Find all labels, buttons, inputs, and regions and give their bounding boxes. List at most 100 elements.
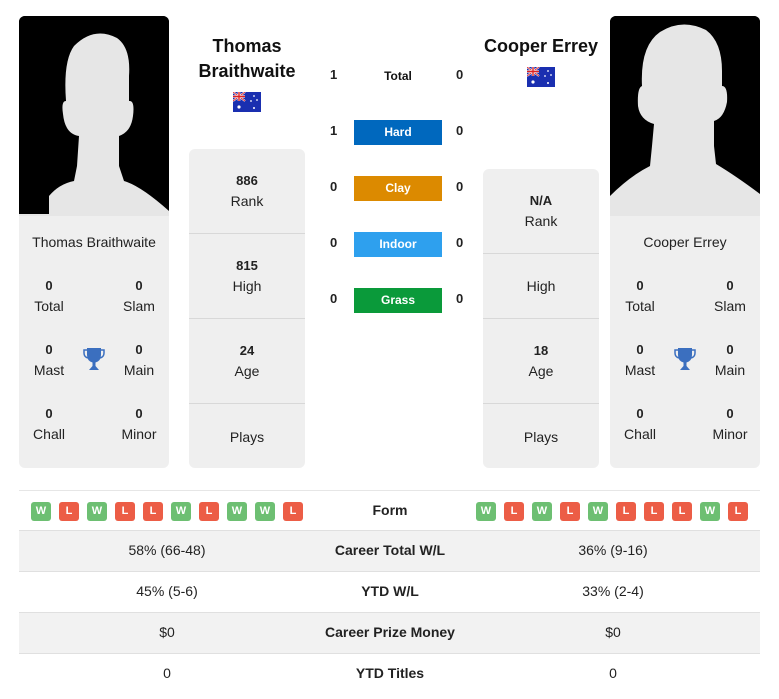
age-label: Age	[528, 363, 554, 379]
h2h-left-count: 0	[330, 235, 338, 250]
stat-main-left: 0 Main	[109, 340, 169, 380]
stat-label: Minor	[121, 426, 157, 442]
high-right: High	[483, 253, 599, 318]
player-name-right: Cooper Errey	[643, 234, 727, 250]
form-badge-loss[interactable]: L	[504, 502, 524, 521]
stat-label: Mast	[624, 362, 656, 378]
left-value: 45% (5-6)	[136, 583, 198, 599]
form-badge-loss[interactable]: L	[644, 502, 664, 521]
stat-value: 0	[45, 406, 53, 421]
form-badge-win[interactable]: W	[588, 502, 608, 521]
form-badge-loss[interactable]: L	[616, 502, 636, 521]
stat-label: Slam	[714, 298, 746, 314]
plays-label: Plays	[229, 429, 265, 445]
stat-label: Slam	[123, 298, 155, 314]
h2h-clay-row: 0 Clay 0	[320, 176, 480, 201]
rank-label: Rank	[524, 213, 558, 229]
row-label: Career Total W/L	[334, 542, 446, 558]
comparison-row-ytd-titles: 0 YTD Titles 0	[19, 653, 760, 694]
form-badge-loss[interactable]: L	[199, 502, 219, 521]
h2h-total-row: 1 Total 0	[320, 64, 480, 88]
form-badge-win[interactable]: W	[700, 502, 720, 521]
form-badge-win[interactable]: W	[227, 502, 247, 521]
right-value: 0	[609, 665, 617, 681]
surface-badge-indoor[interactable]: Indoor	[354, 232, 442, 257]
h2h-right-count: 0	[456, 291, 464, 306]
right-value: 36% (9-16)	[578, 542, 648, 558]
left-value: $0	[159, 624, 175, 640]
silhouette-icon	[610, 16, 760, 216]
high-label: High	[232, 278, 262, 294]
player-name-left: Thomas Braithwaite	[32, 234, 156, 250]
high-label: High	[526, 278, 556, 294]
player-title-right[interactable]: Cooper Errey	[466, 34, 616, 59]
left-value: 58% (66-48)	[128, 542, 206, 558]
player-info-left: 886 Rank 815 High 24 Age Plays	[189, 149, 305, 468]
h2h-surface-label: Total	[384, 69, 412, 83]
surface-badge-clay[interactable]: Clay	[354, 176, 442, 201]
stat-value: 0	[636, 406, 644, 421]
player-title-line1: Cooper Errey	[483, 36, 599, 56]
stat-value: 0	[636, 342, 644, 357]
form-badge-loss[interactable]: L	[115, 502, 135, 521]
stat-value: 0	[45, 342, 53, 357]
h2h-right-count: 0	[456, 235, 464, 250]
stat-label: Mast	[33, 362, 65, 378]
form-badges-left: WLWLLWLWWL	[31, 502, 303, 521]
age-right: 18 Age	[483, 318, 599, 403]
stat-mast-left: 0 Mast	[19, 340, 79, 380]
form-badge-win[interactable]: W	[87, 502, 107, 521]
trophy-icon	[83, 348, 105, 370]
form-badge-win[interactable]: W	[532, 502, 552, 521]
stat-label: Total	[625, 298, 655, 314]
player-card-right: Cooper Errey 0 Total 0 Slam 0 Mast 0 Main 0 C…	[610, 216, 760, 468]
row-label: YTD Titles	[355, 665, 425, 681]
form-badge-win[interactable]: W	[171, 502, 191, 521]
stat-value: 0	[726, 278, 734, 293]
h2h-indoor-row: 0 Indoor 0	[320, 232, 480, 257]
right-value: $0	[605, 624, 621, 640]
stat-label: Minor	[712, 426, 748, 442]
plays-label: Plays	[523, 429, 559, 445]
surface-badge-hard[interactable]: Hard	[354, 120, 442, 145]
australia-flag-icon	[233, 92, 261, 112]
form-badges-right: WLWLWLLLWL	[476, 502, 748, 521]
rank-right: N/A Rank	[483, 169, 599, 253]
form-badge-loss[interactable]: L	[560, 502, 580, 521]
form-badge-win[interactable]: W	[255, 502, 275, 521]
form-badge-win[interactable]: W	[31, 502, 51, 521]
row-label: Career Prize Money	[325, 624, 455, 640]
high-value: 815	[236, 258, 258, 273]
stat-chall-right: 0 Chall	[610, 404, 670, 444]
age-value: 18	[533, 343, 549, 358]
form-badge-loss[interactable]: L	[728, 502, 748, 521]
form-row: WLWLLWLWWL Form WLWLWLLLWL	[19, 490, 760, 530]
stat-value: 0	[726, 342, 734, 357]
form-badge-loss[interactable]: L	[672, 502, 692, 521]
rank-value: 886	[236, 173, 258, 188]
stat-slam-left: 0 Slam	[109, 276, 169, 316]
silhouette-icon	[19, 16, 169, 216]
form-badge-loss[interactable]: L	[143, 502, 163, 521]
stat-value: 0	[135, 406, 143, 421]
player-card-left: Thomas Braithwaite 0 Total 0 Slam 0 Mast 0 M…	[19, 216, 169, 468]
player-photo-right	[610, 16, 760, 216]
form-badge-loss[interactable]: L	[59, 502, 79, 521]
h2h-left-count: 0	[330, 179, 338, 194]
h2h-left-count: 1	[330, 67, 338, 82]
h2h-grass-row: 0 Grass 0	[320, 288, 480, 313]
stat-value: 0	[135, 342, 143, 357]
surface-badge-grass[interactable]: Grass	[354, 288, 442, 313]
stat-main-right: 0 Main	[700, 340, 760, 380]
player-title-left[interactable]: Thomas Braithwaite	[172, 34, 322, 84]
trophy-icon	[674, 348, 696, 370]
stat-slam-right: 0 Slam	[700, 276, 760, 316]
plays-left: Plays	[189, 403, 305, 468]
stat-value: 0	[636, 278, 644, 293]
age-value: 24	[239, 343, 255, 358]
form-badge-win[interactable]: W	[476, 502, 496, 521]
stat-value: 0	[135, 278, 143, 293]
stat-minor-right: 0 Minor	[700, 404, 760, 444]
rank-left: 886 Rank	[189, 149, 305, 233]
h2h-right-count: 0	[456, 67, 464, 82]
